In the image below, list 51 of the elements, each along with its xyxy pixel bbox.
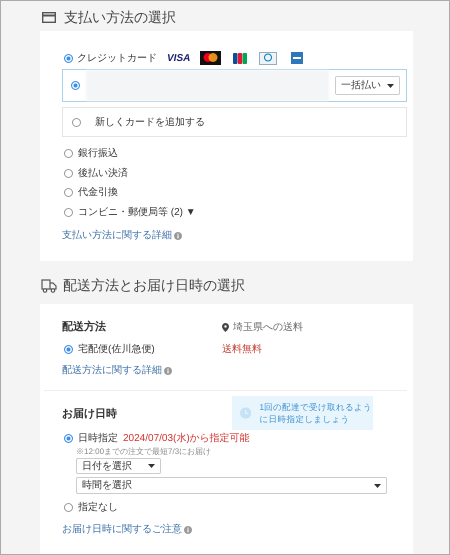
radio-label: 後払い決済 — [78, 166, 128, 181]
clock-icon — [240, 407, 252, 419]
date-select[interactable]: 日付を選択 — [76, 458, 161, 474]
shipping-fee: 送料無料 — [222, 342, 262, 356]
time-select[interactable]: 時間を選択 — [76, 477, 387, 494]
radio-label: 代金引換 — [78, 186, 118, 200]
new-card-row[interactable]: 新しくカードを追加する — [62, 107, 407, 137]
credit-card-icon — [42, 12, 56, 22]
radio-label: クレジットカード — [77, 52, 157, 66]
tip-text: 1回の配達で受け取れるように日時指定しましょう — [259, 401, 373, 425]
subsection-heading: 配送方法 — [62, 320, 107, 335]
saved-card-row[interactable]: 一括払い — [62, 69, 407, 102]
details-link[interactable]: お届け日時に関するご注意 — [62, 522, 182, 537]
radio-label: 日時指定 — [78, 432, 118, 446]
subsection-heading: お届け日時 — [62, 408, 117, 420]
installment-select[interactable]: 一括払い — [335, 76, 400, 95]
radio-button[interactable] — [71, 81, 80, 90]
radio-button[interactable] — [64, 54, 73, 62]
details-link[interactable]: 支払い方法に関する詳細 — [62, 228, 172, 243]
card-brand-icon — [233, 52, 248, 64]
radio-label: 新しくカードを追加する — [95, 116, 205, 130]
radio-button[interactable] — [64, 188, 73, 198]
section-title: 支払い方法の選択 — [64, 8, 176, 26]
caret-icon — [387, 84, 394, 88]
radio-button[interactable] — [64, 149, 73, 158]
radio-label: 宅配便(佐川急便) — [78, 342, 155, 356]
info-icon — [184, 526, 192, 534]
caret-icon — [148, 464, 155, 468]
card-brand-logo: VISA — [167, 52, 190, 66]
cutoff-note: ※12:00までの注文で最短7/3にお届け — [76, 446, 212, 457]
radio-label: 指定なし — [78, 500, 118, 514]
info-icon — [164, 366, 172, 374]
card-brand-icon — [200, 51, 222, 65]
radio-button[interactable] — [72, 118, 81, 126]
destination-note: 埼玉県への送料 — [233, 320, 303, 334]
radio-button[interactable] — [64, 168, 73, 178]
section-title: 配送方法とお届け日時の選択 — [63, 276, 245, 295]
radio-label: コンビニ・郵便局等 (2) ▼ — [78, 206, 196, 220]
card-brand-icon — [259, 52, 278, 64]
radio-button[interactable] — [64, 434, 73, 442]
radio-button[interactable] — [64, 344, 73, 354]
location-pin-icon — [222, 322, 229, 332]
card-brand-icon — [291, 52, 304, 64]
radio-label: 銀行振込 — [78, 146, 118, 162]
available-date-note: 2024/07/03(水)から指定可能 — [123, 432, 250, 446]
radio-button[interactable] — [64, 502, 73, 512]
details-link[interactable]: 配送方法に関する詳細 — [62, 363, 162, 378]
caret-icon — [374, 484, 381, 488]
truck-icon — [41, 278, 57, 292]
radio-button[interactable] — [64, 208, 73, 217]
info-icon — [174, 232, 182, 240]
